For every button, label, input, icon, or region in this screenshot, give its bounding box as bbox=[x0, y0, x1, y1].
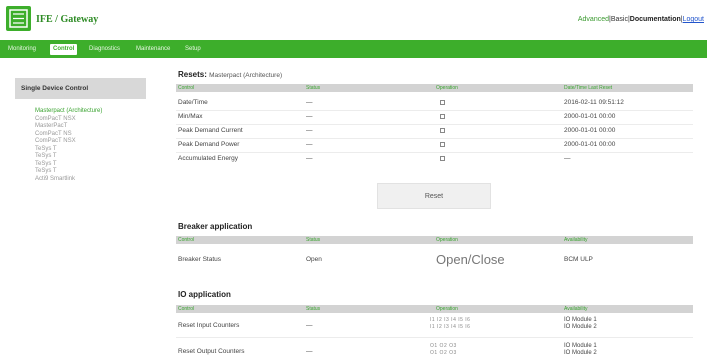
control-label: Peak Demand Power bbox=[178, 141, 240, 148]
status-value: Open bbox=[306, 256, 322, 263]
link-logout[interactable]: Logout bbox=[683, 16, 704, 23]
table-row: Peak Demand Current — 2000-01-01 00:00 bbox=[176, 125, 693, 139]
control-label: Peak Demand Current bbox=[178, 127, 243, 134]
status-value: — bbox=[306, 113, 313, 120]
io-table-header: Control Status Operation Availability bbox=[176, 305, 693, 313]
status-value: — bbox=[306, 141, 313, 148]
last-reset-value: 2000-01-01 00:00 bbox=[564, 127, 616, 134]
sidebar-item-device[interactable]: Acti9 Smartlink bbox=[35, 176, 146, 184]
table-row: Accumulated Energy — — bbox=[176, 153, 693, 162]
module-label: IO Module 1 bbox=[564, 317, 597, 323]
input-counter-controls[interactable]: I1 I2 I3 I4 I5 I6 I1 I2 I3 I4 I5 I6 bbox=[430, 317, 470, 331]
status-value: — bbox=[306, 99, 313, 106]
reset-checkbox[interactable] bbox=[440, 100, 445, 105]
col-operation: Operation bbox=[436, 237, 458, 243]
tab-control[interactable]: Control bbox=[50, 44, 78, 55]
control-label: Accumulated Energy bbox=[178, 155, 238, 162]
open-close-control[interactable]: Open/Close bbox=[436, 252, 505, 267]
status-value: — bbox=[306, 127, 313, 134]
tab-monitoring[interactable]: Monitoring bbox=[5, 44, 39, 55]
resets-title: Resets: Masterpact (Architecture) bbox=[178, 70, 283, 79]
sidebar-item-device[interactable]: MasterPacT bbox=[35, 123, 146, 131]
link-documentation[interactable]: Documentation bbox=[630, 16, 681, 23]
module-label: IO Module 1 bbox=[564, 343, 597, 349]
status-value: — bbox=[306, 155, 313, 162]
sidebar-item-device[interactable]: TeSys T bbox=[35, 146, 146, 154]
breaker-table-header: Control Status Operation Availability bbox=[176, 236, 693, 244]
col-control: Control bbox=[178, 85, 195, 91]
col-status: Status bbox=[306, 306, 321, 312]
resets-heading: Resets bbox=[178, 70, 205, 79]
control-label: Reset Input Counters bbox=[178, 322, 240, 329]
sidebar-item-device[interactable]: TeSys T bbox=[35, 168, 146, 176]
table-row: Reset Input Counters — I1 I2 I3 I4 I5 I6… bbox=[176, 314, 693, 336]
control-label: Reset Output Counters bbox=[178, 348, 245, 355]
module-label: IO Module 2 bbox=[564, 350, 597, 356]
sidebar-title: Single Device Control bbox=[15, 78, 146, 99]
col-control: Control bbox=[178, 306, 195, 312]
module-label: IO Module 2 bbox=[564, 324, 597, 330]
control-label: Min/Max bbox=[178, 113, 203, 120]
last-reset-value: — bbox=[564, 155, 571, 162]
device-sidebar: Single Device Control Masterpact (Archit… bbox=[15, 78, 146, 204]
status-value: — bbox=[306, 322, 313, 329]
sidebar-item-device[interactable]: Masterpact (Architecture) bbox=[35, 108, 146, 116]
link-basic[interactable]: Basic bbox=[611, 16, 628, 23]
table-row: Breaker Status Open Open/Close BCM ULP bbox=[176, 248, 693, 274]
control-label: Breaker Status bbox=[178, 256, 221, 263]
reset-checkbox[interactable] bbox=[440, 156, 445, 161]
link-advanced[interactable]: Advanced bbox=[578, 16, 609, 23]
sidebar-item-device[interactable]: ComPacT NSX bbox=[35, 138, 146, 146]
control-label: Date/Time bbox=[178, 99, 208, 106]
output-counter-controls[interactable]: O1 O2 O3 O1 O2 O3 bbox=[430, 343, 457, 357]
availability-value: IO Module 1 IO Module 2 bbox=[564, 317, 597, 331]
main-nav: Monitoring Control Diagnostics Maintenan… bbox=[0, 40, 707, 58]
reset-checkbox[interactable] bbox=[440, 128, 445, 133]
table-row: Reset Output Counters — O1 O2 O3 O1 O2 O… bbox=[176, 340, 693, 360]
availability-value: BCM ULP bbox=[564, 256, 593, 263]
col-availability: Availability bbox=[564, 306, 588, 312]
col-availability: Availability bbox=[564, 237, 588, 243]
row-divider bbox=[176, 337, 693, 338]
col-status: Status bbox=[306, 85, 321, 91]
output-counter-row[interactable]: O1 O2 O3 bbox=[430, 350, 457, 356]
io-title: IO application bbox=[178, 290, 231, 299]
resets-table-header: Control Status Operation Date/Time Last … bbox=[176, 84, 693, 92]
tab-maintenance[interactable]: Maintenance bbox=[133, 44, 173, 55]
last-reset-value: 2000-01-01 00:00 bbox=[564, 141, 616, 148]
input-counter-row[interactable]: I1 I2 I3 I4 I5 I6 bbox=[430, 324, 470, 330]
sidebar-item-device[interactable]: TeSys T bbox=[35, 153, 146, 161]
col-operation: Operation bbox=[436, 85, 458, 91]
table-row: Date/Time — 2016-02-11 09:51:12 bbox=[176, 97, 693, 111]
table-row: Peak Demand Power — 2000-01-01 00:00 bbox=[176, 139, 693, 153]
status-value: — bbox=[306, 348, 313, 355]
col-last-reset: Date/Time Last Reset bbox=[564, 85, 613, 91]
table-row: Min/Max — 2000-01-01 00:00 bbox=[176, 111, 693, 125]
sidebar-item-device[interactable]: TeSys T bbox=[35, 161, 146, 169]
app-header: IFE / Gateway Advanced|Basic|Documentati… bbox=[0, 0, 707, 40]
resets-subtitle: Masterpact (Architecture) bbox=[209, 72, 283, 79]
col-status: Status bbox=[306, 237, 321, 243]
tab-diagnostics[interactable]: Diagnostics bbox=[86, 44, 123, 55]
last-reset-value: 2016-02-11 09:51:12 bbox=[564, 99, 624, 106]
last-reset-value: 2000-01-01 00:00 bbox=[564, 113, 616, 120]
device-list: Masterpact (Architecture) ComPacT NSX Ma… bbox=[15, 99, 146, 183]
sidebar-item-device[interactable]: ComPacT NS bbox=[35, 131, 146, 139]
logo-icon bbox=[6, 6, 31, 31]
reset-button[interactable]: Reset bbox=[377, 183, 491, 209]
reset-checkbox[interactable] bbox=[440, 142, 445, 147]
top-links: Advanced|Basic|Documentation|Logout bbox=[578, 16, 704, 23]
availability-value: IO Module 1 IO Module 2 bbox=[564, 343, 597, 357]
reset-checkbox[interactable] bbox=[440, 114, 445, 119]
breaker-title: Breaker application bbox=[178, 222, 253, 231]
app-title: IFE / Gateway bbox=[36, 14, 99, 25]
col-control: Control bbox=[178, 237, 195, 243]
output-counter-row[interactable]: O1 O2 O3 bbox=[430, 343, 457, 349]
tab-setup[interactable]: Setup bbox=[182, 44, 204, 55]
input-counter-row[interactable]: I1 I2 I3 I4 I5 I6 bbox=[430, 317, 470, 323]
sidebar-item-device[interactable]: ComPacT NSX bbox=[35, 116, 146, 124]
col-operation: Operation bbox=[436, 306, 458, 312]
